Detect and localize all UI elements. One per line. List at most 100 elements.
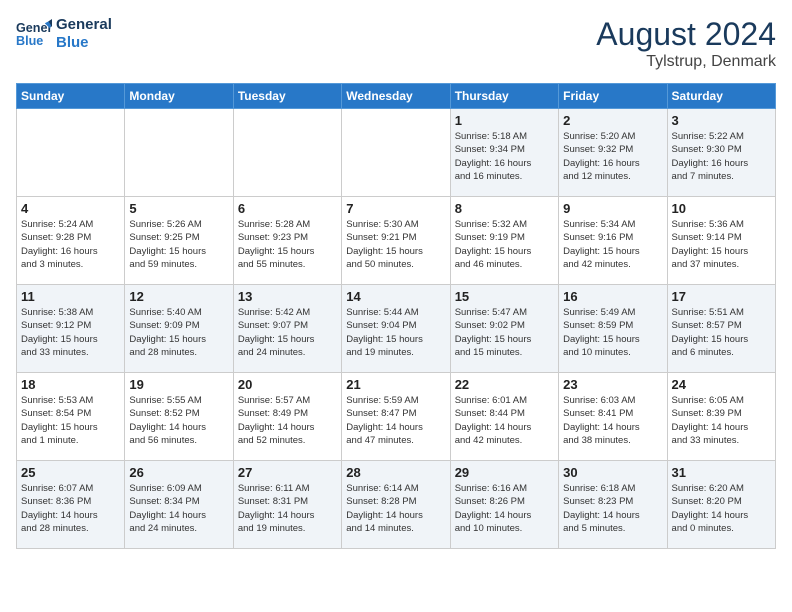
weekday-header: Wednesday	[342, 84, 450, 109]
calendar-cell: 29 Sunrise: 6:16 AM Sunset: 8:26 PM Dayli…	[450, 461, 558, 549]
day-number: 26	[129, 465, 228, 480]
day-info: Sunrise: 5:51 AM Sunset: 8:57 PM Dayligh…	[672, 306, 771, 359]
day-number: 31	[672, 465, 771, 480]
title-block: August 2024 Tylstrup, Denmark	[596, 16, 776, 71]
weekday-header: Friday	[559, 84, 667, 109]
day-number: 20	[238, 377, 337, 392]
day-info: Sunrise: 5:20 AM Sunset: 9:32 PM Dayligh…	[563, 130, 662, 183]
day-number: 18	[21, 377, 120, 392]
weekday-header: Saturday	[667, 84, 775, 109]
location-title: Tylstrup, Denmark	[596, 53, 776, 71]
day-number: 3	[672, 113, 771, 128]
day-number: 17	[672, 289, 771, 304]
calendar-cell	[125, 109, 233, 197]
calendar-cell: 26 Sunrise: 6:09 AM Sunset: 8:34 PM Dayli…	[125, 461, 233, 549]
weekday-row: SundayMondayTuesdayWednesdayThursdayFrid…	[17, 84, 776, 109]
day-info: Sunrise: 6:07 AM Sunset: 8:36 PM Dayligh…	[21, 482, 120, 535]
day-info: Sunrise: 5:32 AM Sunset: 9:19 PM Dayligh…	[455, 218, 554, 271]
calendar-cell	[233, 109, 341, 197]
weekday-header: Thursday	[450, 84, 558, 109]
calendar-cell: 8 Sunrise: 5:32 AM Sunset: 9:19 PM Daylig…	[450, 197, 558, 285]
day-number: 7	[346, 201, 445, 216]
day-info: Sunrise: 5:55 AM Sunset: 8:52 PM Dayligh…	[129, 394, 228, 447]
calendar-cell: 21Sunrise: 5:59 AM Sunset: 8:47 PM Dayli…	[342, 373, 450, 461]
weekday-header: Sunday	[17, 84, 125, 109]
calendar-cell: 12 Sunrise: 5:40 AM Sunset: 9:09 PM Dayli…	[125, 285, 233, 373]
calendar-cell: 20 Sunrise: 5:57 AM Sunset: 8:49 PM Dayli…	[233, 373, 341, 461]
calendar-cell: 10Sunrise: 5:36 AM Sunset: 9:14 PM Dayli…	[667, 197, 775, 285]
day-number: 13	[238, 289, 337, 304]
day-number: 6	[238, 201, 337, 216]
calendar-cell: 15Sunrise: 5:47 AM Sunset: 9:02 PM Dayli…	[450, 285, 558, 373]
calendar-table: SundayMondayTuesdayWednesdayThursdayFrid…	[16, 83, 776, 549]
day-info: Sunrise: 5:18 AM Sunset: 9:34 PM Dayligh…	[455, 130, 554, 183]
calendar-cell: 5Sunrise: 5:26 AM Sunset: 9:25 PM Daylig…	[125, 197, 233, 285]
day-info: Sunrise: 6:20 AM Sunset: 8:20 PM Dayligh…	[672, 482, 771, 535]
day-info: Sunrise: 5:59 AM Sunset: 8:47 PM Dayligh…	[346, 394, 445, 447]
day-number: 19	[129, 377, 228, 392]
logo-icon: General Blue	[16, 16, 52, 52]
calendar-cell	[342, 109, 450, 197]
day-number: 28	[346, 465, 445, 480]
calendar-cell: 28Sunrise: 6:14 AM Sunset: 8:28 PM Dayli…	[342, 461, 450, 549]
logo: General Blue General Blue	[16, 16, 112, 52]
day-info: Sunrise: 5:53 AM Sunset: 8:54 PM Dayligh…	[21, 394, 120, 447]
calendar-cell: 17 Sunrise: 5:51 AM Sunset: 8:57 PM Dayli…	[667, 285, 775, 373]
day-info: Sunrise: 6:05 AM Sunset: 8:39 PM Dayligh…	[672, 394, 771, 447]
day-info: Sunrise: 6:16 AM Sunset: 8:26 PM Dayligh…	[455, 482, 554, 535]
day-number: 4	[21, 201, 120, 216]
calendar-cell: 9 Sunrise: 5:34 AM Sunset: 9:16 PM Daylig…	[559, 197, 667, 285]
calendar-week-row: 1 Sunrise: 5:18 AM Sunset: 9:34 PM Daylig…	[17, 109, 776, 197]
calendar-body: 1 Sunrise: 5:18 AM Sunset: 9:34 PM Daylig…	[17, 109, 776, 549]
day-info: Sunrise: 5:30 AM Sunset: 9:21 PM Dayligh…	[346, 218, 445, 271]
day-info: Sunrise: 5:44 AM Sunset: 9:04 PM Dayligh…	[346, 306, 445, 359]
day-number: 22	[455, 377, 554, 392]
day-number: 29	[455, 465, 554, 480]
day-number: 5	[129, 201, 228, 216]
day-number: 1	[455, 113, 554, 128]
day-info: Sunrise: 5:40 AM Sunset: 9:09 PM Dayligh…	[129, 306, 228, 359]
svg-text:Blue: Blue	[16, 34, 43, 48]
day-info: Sunrise: 5:24 AM Sunset: 9:28 PM Dayligh…	[21, 218, 120, 271]
day-number: 23	[563, 377, 662, 392]
calendar-week-row: 4 Sunrise: 5:24 AM Sunset: 9:28 PM Daylig…	[17, 197, 776, 285]
calendar-cell: 25 Sunrise: 6:07 AM Sunset: 8:36 PM Dayli…	[17, 461, 125, 549]
weekday-header: Monday	[125, 84, 233, 109]
calendar-week-row: 25 Sunrise: 6:07 AM Sunset: 8:36 PM Dayli…	[17, 461, 776, 549]
calendar-cell: 23 Sunrise: 6:03 AM Sunset: 8:41 PM Dayli…	[559, 373, 667, 461]
calendar-cell: 14 Sunrise: 5:44 AM Sunset: 9:04 PM Dayli…	[342, 285, 450, 373]
calendar-cell: 11Sunrise: 5:38 AM Sunset: 9:12 PM Dayli…	[17, 285, 125, 373]
day-info: Sunrise: 5:34 AM Sunset: 9:16 PM Dayligh…	[563, 218, 662, 271]
day-info: Sunrise: 5:57 AM Sunset: 8:49 PM Dayligh…	[238, 394, 337, 447]
month-title: August 2024	[596, 16, 776, 53]
calendar-cell: 30 Sunrise: 6:18 AM Sunset: 8:23 PM Dayli…	[559, 461, 667, 549]
calendar-cell: 6Sunrise: 5:28 AM Sunset: 9:23 PM Daylig…	[233, 197, 341, 285]
day-number: 15	[455, 289, 554, 304]
calendar-cell: 22 Sunrise: 6:01 AM Sunset: 8:44 PM Dayli…	[450, 373, 558, 461]
day-info: Sunrise: 5:42 AM Sunset: 9:07 PM Dayligh…	[238, 306, 337, 359]
day-info: Sunrise: 5:22 AM Sunset: 9:30 PM Dayligh…	[672, 130, 771, 183]
day-info: Sunrise: 6:18 AM Sunset: 8:23 PM Dayligh…	[563, 482, 662, 535]
day-number: 14	[346, 289, 445, 304]
day-info: Sunrise: 6:03 AM Sunset: 8:41 PM Dayligh…	[563, 394, 662, 447]
logo-general: General	[56, 16, 112, 34]
day-number: 30	[563, 465, 662, 480]
weekday-header: Tuesday	[233, 84, 341, 109]
day-number: 11	[21, 289, 120, 304]
calendar-cell: 4 Sunrise: 5:24 AM Sunset: 9:28 PM Daylig…	[17, 197, 125, 285]
calendar-cell: 3 Sunrise: 5:22 AM Sunset: 9:30 PM Daylig…	[667, 109, 775, 197]
logo-blue: Blue	[56, 34, 112, 52]
calendar-cell: 18 Sunrise: 5:53 AM Sunset: 8:54 PM Dayli…	[17, 373, 125, 461]
day-number: 25	[21, 465, 120, 480]
day-info: Sunrise: 5:36 AM Sunset: 9:14 PM Dayligh…	[672, 218, 771, 271]
calendar-week-row: 11Sunrise: 5:38 AM Sunset: 9:12 PM Dayli…	[17, 285, 776, 373]
day-number: 12	[129, 289, 228, 304]
day-number: 24	[672, 377, 771, 392]
day-number: 9	[563, 201, 662, 216]
calendar-cell: 31 Sunrise: 6:20 AM Sunset: 8:20 PM Dayli…	[667, 461, 775, 549]
calendar-week-row: 18 Sunrise: 5:53 AM Sunset: 8:54 PM Dayli…	[17, 373, 776, 461]
day-number: 8	[455, 201, 554, 216]
day-info: Sunrise: 6:01 AM Sunset: 8:44 PM Dayligh…	[455, 394, 554, 447]
day-info: Sunrise: 6:11 AM Sunset: 8:31 PM Dayligh…	[238, 482, 337, 535]
day-info: Sunrise: 6:09 AM Sunset: 8:34 PM Dayligh…	[129, 482, 228, 535]
